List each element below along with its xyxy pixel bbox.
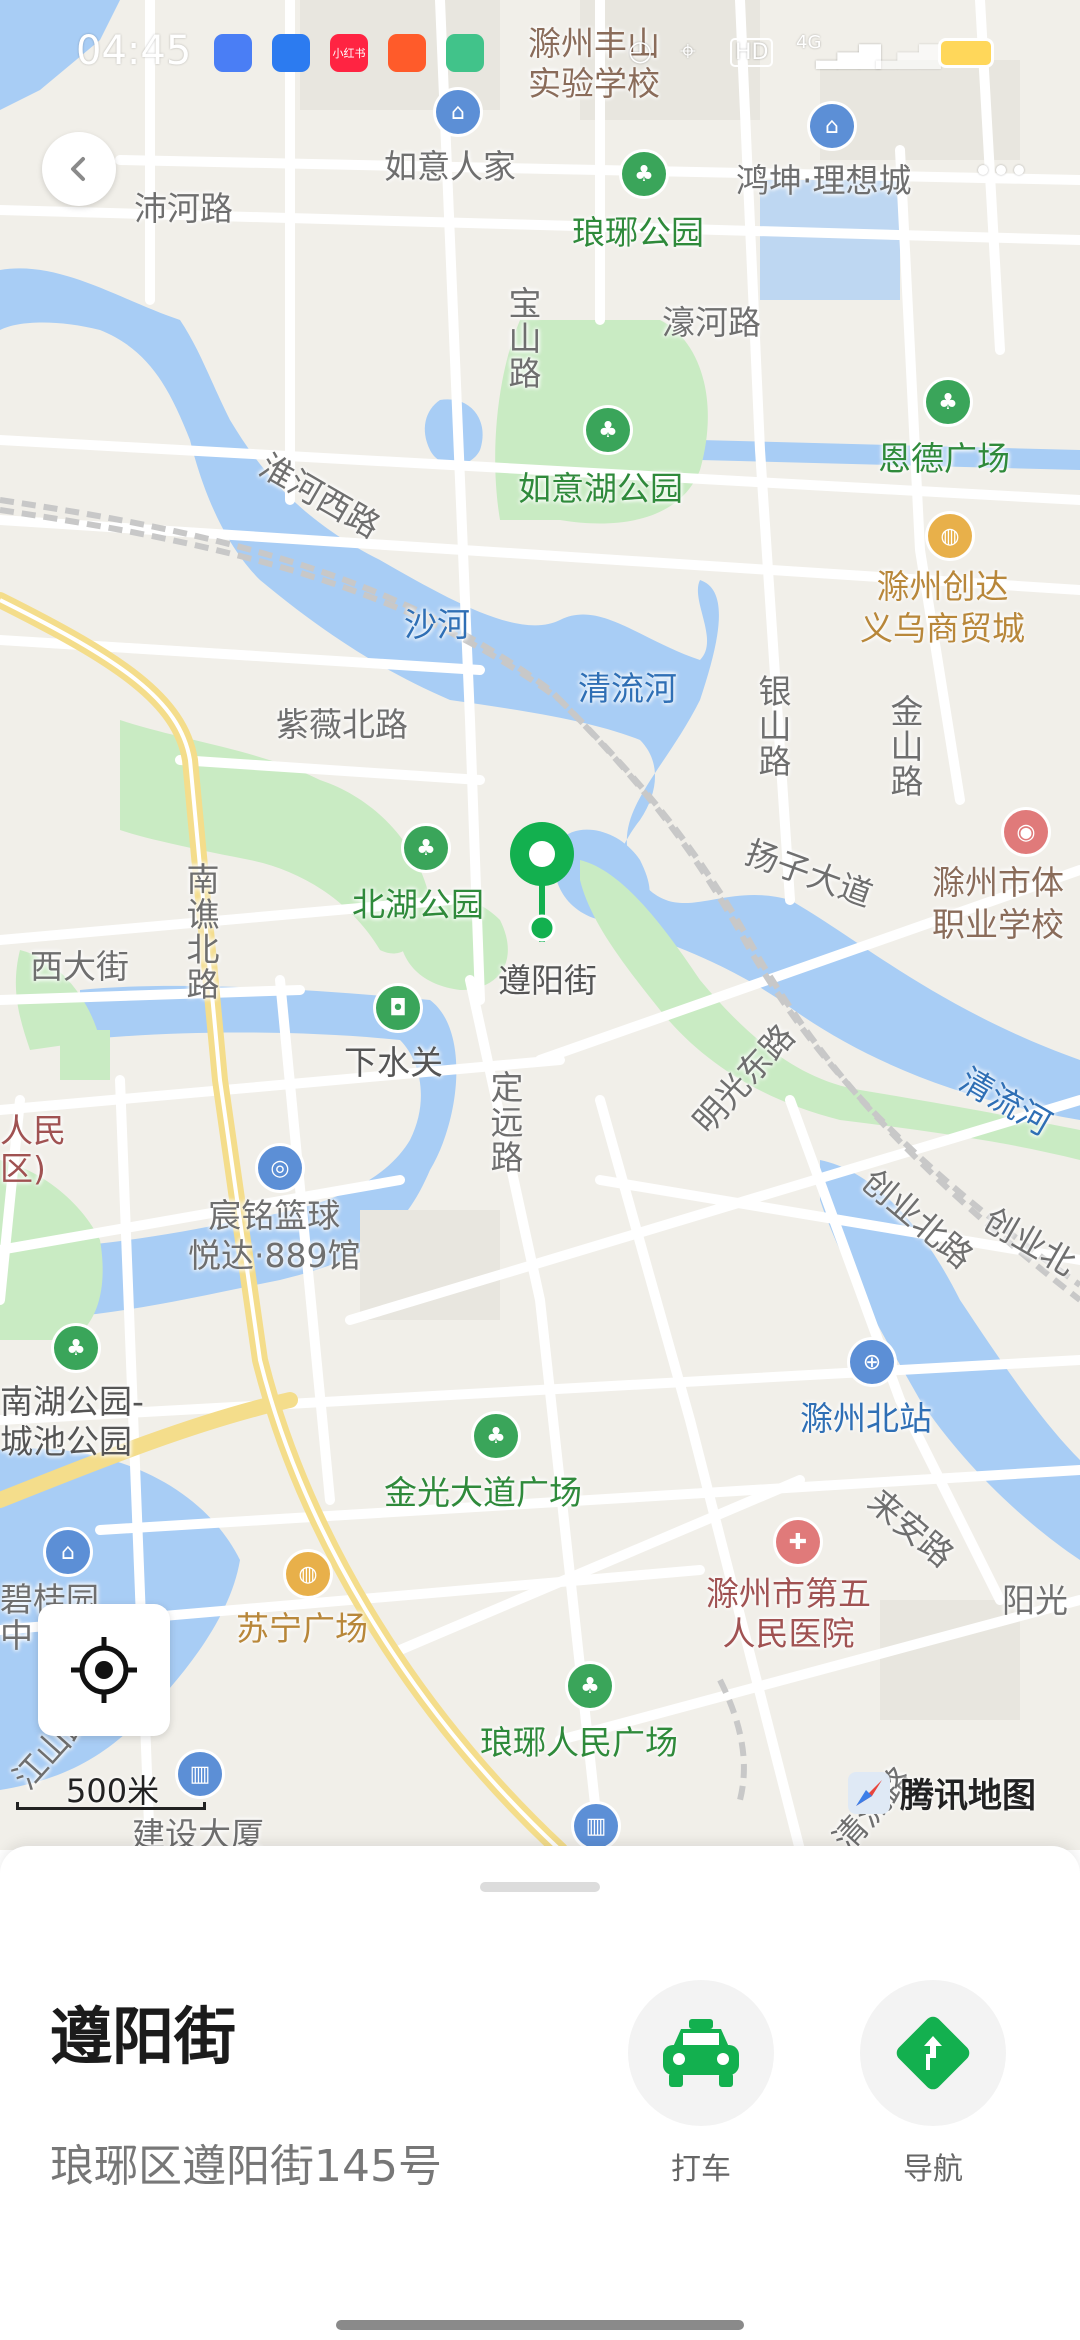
- brand-label: 腾讯地图: [900, 1776, 1036, 1816]
- taxi-button-circle[interactable]: [628, 1980, 774, 2126]
- shopping-icon: ◍: [286, 1552, 330, 1596]
- park-icon: ♣: [926, 380, 970, 424]
- hospital-icon: ✚: [776, 1520, 820, 1564]
- alarm-icon: ◴: [628, 34, 653, 67]
- app-icon-label: 小红书: [332, 47, 366, 60]
- hd-icon: HD: [730, 38, 774, 67]
- taxi-label: 打车: [671, 2152, 731, 2187]
- home-icon: ⌂: [810, 104, 854, 148]
- home-icon: ⌂: [46, 1530, 90, 1574]
- app-notification-icon: [272, 34, 310, 72]
- poi-label: 滁州创达 义乌商贸城: [860, 567, 1025, 648]
- scale-bar: [16, 1802, 206, 1810]
- dot-icon: [996, 165, 1006, 175]
- battery-icon: [938, 38, 994, 68]
- road-label: 濠河路: [662, 303, 761, 342]
- poi-label: 苏宁广场: [236, 1609, 368, 1648]
- chevron-left-icon: [71, 157, 85, 181]
- road-label: 宝山路: [503, 286, 542, 391]
- dot-icon: [978, 165, 988, 175]
- park-label: 南湖公园- 城池公园: [0, 1382, 144, 1461]
- dot-icon: [1014, 165, 1024, 175]
- signal-icon-2: ▂▄▆: [876, 36, 941, 69]
- location-icon: ⌖: [680, 34, 696, 67]
- app-notification-icon: [388, 34, 426, 72]
- poi-label: 金光大道广场: [384, 1473, 582, 1512]
- app-notification-icon: [214, 34, 252, 72]
- poi-label: 滁州市体 职业学校: [932, 863, 1064, 944]
- crosshair-icon: [71, 1637, 137, 1703]
- place-title: 遵阳街: [50, 2000, 237, 2073]
- park-label: 琅琊公园: [572, 213, 704, 252]
- poi-label: 遵阳街: [498, 961, 597, 1000]
- park-label: 北湖公园: [352, 885, 484, 924]
- back-button[interactable]: [42, 132, 116, 206]
- location-pin[interactable]: [506, 818, 578, 958]
- shopping-icon: ◍: [928, 514, 972, 558]
- locate-me-button[interactable]: [38, 1604, 170, 1736]
- building-icon: ▥: [574, 1804, 618, 1848]
- place-address: 琅琊区遵阳街145号: [50, 2141, 442, 2192]
- poi-label: 恩德广场: [878, 439, 1010, 478]
- sheet-drag-handle[interactable]: [480, 1882, 600, 1892]
- poi-label: 阳光: [1002, 1581, 1068, 1620]
- home-indicator[interactable]: [336, 2320, 744, 2330]
- poi-label: 如意人家: [384, 147, 516, 186]
- school-icon: ◉: [1004, 810, 1048, 854]
- xiaohongshu-icon: 小红书: [330, 34, 368, 72]
- poi-label: 下水关: [344, 1043, 443, 1082]
- map-scale: 500米: [16, 1772, 206, 1812]
- poi-label: 鸿坤·理想城: [736, 161, 912, 200]
- river-label: 沙河: [404, 605, 470, 644]
- train-station-icon: ⊕: [850, 1340, 894, 1384]
- navigation-button-circle[interactable]: [860, 1980, 1006, 2126]
- camera-icon: ◘: [376, 986, 420, 1030]
- map-brand: 腾讯地图: [846, 1768, 1036, 1817]
- tencent-map-logo-icon: [846, 1770, 892, 1816]
- poi-label: 人民 区): [0, 1111, 66, 1188]
- road-label: 紫薇北路: [276, 705, 408, 744]
- signal-icon: ▂▄▆: [816, 36, 881, 69]
- poi-label: 琅琊人民广场: [480, 1723, 678, 1762]
- app-notification-icon: [446, 34, 484, 72]
- park-icon: ♣: [54, 1326, 98, 1370]
- status-bar: 04:45 小红书 ◴ ⌖ HD 4G ▂▄▆ ▂▄▆: [0, 0, 1080, 110]
- poi-label: 宸铭篮球 悦达·889馆: [188, 1196, 361, 1275]
- park-icon: ♣: [586, 408, 630, 452]
- taxi-button[interactable]: 打车: [628, 1980, 774, 2188]
- hd-label: HD: [735, 40, 769, 65]
- road-label: 南谯北路: [181, 862, 220, 1002]
- map-view[interactable]: ♣ ⌂ ⌂ ♣ ♣ ◍ ◉ ♣ ◘ ◎ ♣ ⊕ ♣ ✚ ⌂ ◍ ♣ ▥ ▥ 滁州…: [0, 0, 1080, 1850]
- hospital-label: 滁州市第五 人民医院: [706, 1574, 871, 1653]
- park-icon: ♣: [568, 1664, 612, 1708]
- river-label: 清流河: [578, 669, 677, 708]
- navigation-button[interactable]: 导航: [860, 1980, 1006, 2188]
- sports-icon: ◎: [258, 1146, 302, 1190]
- navigation-icon: [896, 2016, 970, 2090]
- park-icon: ♣: [474, 1414, 518, 1458]
- road-label: 金山路: [885, 694, 924, 799]
- poi-label: 建设大厦: [132, 1815, 264, 1850]
- road-label: 定远路: [485, 1070, 524, 1175]
- park-icon: ♣: [404, 826, 448, 870]
- navigation-label: 导航: [903, 2152, 963, 2187]
- more-options-button[interactable]: [966, 150, 1036, 190]
- status-time: 04:45: [76, 28, 192, 74]
- park-label: 如意湖公园: [518, 469, 683, 508]
- place-bottom-sheet: 遵阳街 琅琊区遵阳街145号 打车 导航: [0, 1846, 1080, 2340]
- road-label: 西大街: [30, 947, 129, 986]
- taxi-icon: [663, 2019, 739, 2087]
- park-icon: ♣: [622, 152, 666, 196]
- road-label: 银山路: [753, 674, 792, 779]
- station-label: 滁州北站: [800, 1399, 932, 1438]
- road-label: 沛河路: [134, 189, 233, 228]
- pin-marker-icon: [510, 822, 574, 942]
